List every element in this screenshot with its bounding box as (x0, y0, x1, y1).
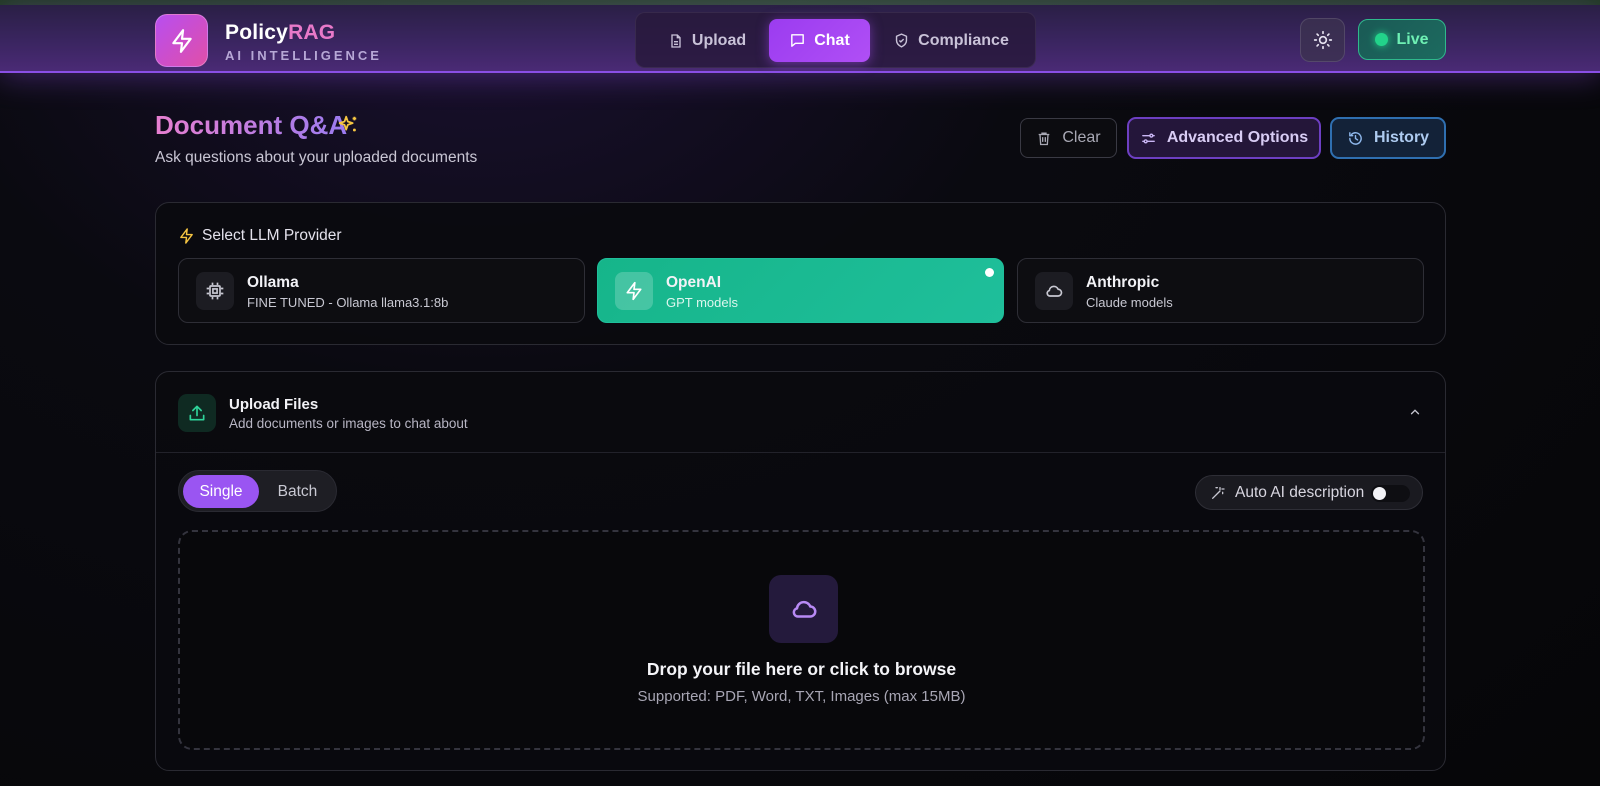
upload-mode-toggle: Single Batch (178, 470, 337, 512)
clear-button[interactable]: Clear (1020, 118, 1117, 158)
drop-zone-title: Drop your file here or click to browse (646, 659, 957, 679)
live-dot-icon (1375, 33, 1389, 46)
mode-single-button[interactable]: Single (183, 475, 259, 508)
upload-panel-title: Upload Files (229, 396, 319, 413)
upload-files-panel: Upload Files Add documents or images to … (155, 371, 1446, 771)
toggle-knob (1373, 487, 1386, 500)
shield-icon (895, 33, 908, 48)
trash-icon (1039, 132, 1050, 145)
file-icon (671, 33, 681, 48)
provider-panel-title: Select LLM Provider (202, 227, 342, 244)
cloud-icon (1035, 272, 1073, 310)
cloud-icon (769, 575, 838, 643)
tab-chat[interactable]: Chat (769, 19, 870, 62)
provider-anthropic[interactable]: Anthropic Claude models (1017, 258, 1424, 323)
lightning-icon (615, 272, 653, 310)
live-status-button[interactable]: Live (1358, 19, 1446, 60)
advanced-options-button[interactable]: Advanced Options (1127, 117, 1321, 159)
provider-name: OpenAI (666, 274, 722, 291)
provider-openai[interactable]: OpenAI GPT models (597, 258, 1004, 323)
drop-zone-subtitle: Supported: PDF, Word, TXT, Images (max 1… (637, 688, 966, 705)
lightning-icon (171, 28, 192, 53)
auto-ai-toggle[interactable] (1371, 485, 1410, 502)
provider-desc: FINE TUNED - Ollama llama3.1:8b (247, 295, 449, 310)
sparkles-icon (338, 115, 357, 132)
sliders-icon (1141, 133, 1155, 143)
upload-panel-header[interactable]: Upload Files Add documents or images to … (156, 372, 1445, 453)
auto-ai-description-control[interactable]: Auto AI description (1195, 475, 1423, 510)
tab-upload-label: Upload (691, 31, 747, 49)
lightning-icon (180, 228, 193, 244)
tab-chat-label: Chat (814, 31, 850, 49)
llm-provider-panel: Select LLM Provider Ollama FINE TUNED - … (155, 202, 1446, 345)
provider-desc: GPT models (666, 295, 739, 310)
tab-compliance[interactable]: Compliance (876, 19, 1026, 62)
advanced-options-label: Advanced Options (1166, 129, 1309, 146)
chevron-up-icon[interactable] (1407, 405, 1423, 419)
history-icon (1349, 131, 1362, 145)
main-nav: Upload Chat Compliance (635, 12, 1036, 68)
live-label: Live (1396, 30, 1429, 48)
sun-icon (1313, 30, 1332, 50)
provider-desc: Claude models (1086, 295, 1173, 310)
brand-accent: RAG (288, 21, 336, 44)
history-button[interactable]: History (1330, 117, 1446, 159)
file-drop-zone[interactable]: Drop your file here or click to browse S… (178, 530, 1425, 750)
provider-name: Ollama (247, 274, 299, 291)
magic-wand-icon (1212, 486, 1225, 499)
provider-name: Anthropic (1086, 274, 1160, 291)
mode-batch-button[interactable]: Batch (261, 475, 334, 508)
upload-icon (178, 394, 216, 432)
theme-toggle-button[interactable] (1300, 18, 1345, 62)
brand-name: PolicyRAG (225, 21, 336, 44)
tab-upload[interactable]: Upload (648, 19, 766, 62)
auto-ai-label: Auto AI description (1235, 483, 1365, 501)
logo[interactable] (155, 14, 208, 67)
provider-ollama[interactable]: Ollama FINE TUNED - Ollama llama3.1:8b (178, 258, 585, 323)
tab-compliance-label: Compliance (918, 31, 1009, 49)
cpu-icon (196, 272, 234, 310)
upload-panel-subtitle: Add documents or images to chat about (229, 416, 468, 431)
page-subtitle: Ask questions about your uploaded docume… (155, 149, 478, 166)
history-label: History (1373, 129, 1430, 146)
chat-icon (791, 34, 805, 47)
clear-label: Clear (1062, 129, 1101, 146)
brand-subtitle: AI INTELLIGENCE (225, 48, 382, 63)
page-title: Document Q&A (155, 110, 348, 140)
selected-indicator (985, 268, 994, 277)
app-header: PolicyRAG AI INTELLIGENCE Upload Chat Co… (0, 5, 1600, 73)
